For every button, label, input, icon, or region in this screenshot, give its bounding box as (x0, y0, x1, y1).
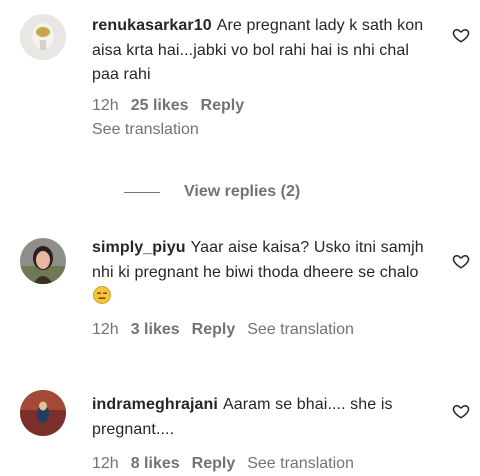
comment-likes[interactable]: 8 likes (131, 455, 180, 472)
expressionless-face-emoji (93, 286, 111, 304)
heart-icon[interactable] (452, 26, 470, 44)
comment-meta: 12h 25 likes Reply (92, 95, 432, 117)
avatar[interactable] (20, 238, 66, 284)
comment-timestamp[interactable]: 12h (92, 321, 119, 338)
heart-icon[interactable] (452, 402, 470, 420)
reply-button[interactable]: Reply (201, 97, 245, 114)
see-translation-link[interactable]: See translation (92, 119, 432, 141)
reply-button[interactable]: Reply (192, 321, 236, 338)
see-translation-link[interactable]: See translation (247, 455, 354, 472)
avatar[interactable] (20, 390, 66, 436)
heart-icon[interactable] (452, 252, 470, 270)
comment-username[interactable]: simply_piyu (92, 239, 186, 256)
avatar[interactable] (20, 14, 66, 60)
comment-timestamp[interactable]: 12h (92, 455, 119, 472)
view-replies-button[interactable]: View replies (2) (124, 181, 300, 203)
comment-likes[interactable]: 25 likes (131, 97, 189, 114)
see-translation-link[interactable]: See translation (247, 321, 354, 338)
comment-username[interactable]: renukasarkar10 (92, 17, 212, 34)
view-replies-label: View replies (2) (184, 183, 301, 200)
comment-likes[interactable]: 3 likes (131, 321, 180, 338)
view-replies-divider (124, 191, 160, 193)
reply-button[interactable]: Reply (192, 455, 236, 472)
comment-text: indrameghrajani Aaram se bhai.... she is … (92, 393, 432, 442)
comment-meta: 12h 8 likes Reply See translation (92, 453, 432, 475)
comment-text: simply_piyu Yaar aise kaisa? Usko itni sa… (92, 236, 432, 310)
comment-meta: 12h 3 likes Reply See translation (92, 319, 432, 341)
comment-username[interactable]: indrameghrajani (92, 396, 218, 413)
comment-timestamp[interactable]: 12h (92, 97, 119, 114)
comment-text: renukasarkar10 Are pregnant lady k sath k… (92, 14, 432, 88)
